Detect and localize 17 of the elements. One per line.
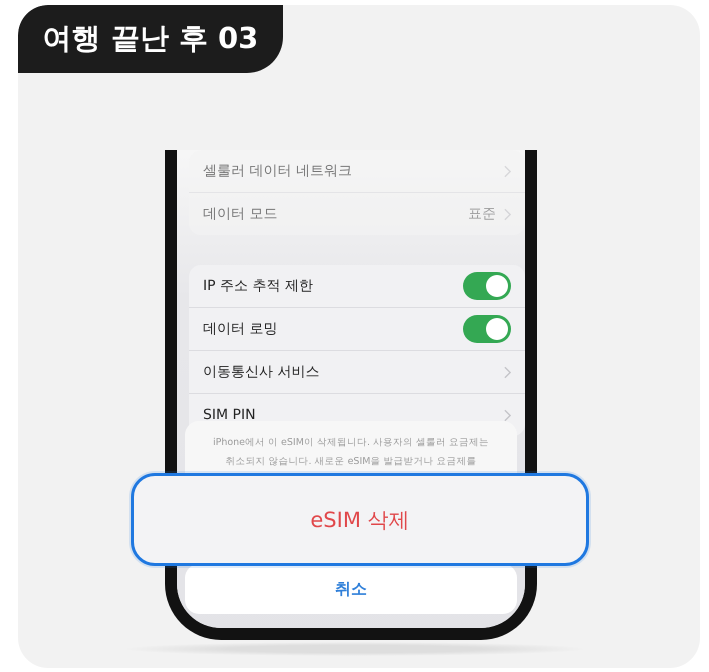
setting-label: IP 주소 추적 제한: [203, 277, 313, 295]
chevron-icon: [504, 408, 511, 422]
step-badge: 여행 끝난 후 03: [18, 5, 283, 73]
chevron-icon: [504, 164, 511, 178]
toggle-switch[interactable]: [463, 315, 511, 343]
setting-value: 표준: [468, 205, 496, 223]
setting-label: 데이터 로밍: [203, 320, 278, 338]
setting-label: 데이터 모드: [203, 205, 278, 223]
chevron-icon: [504, 366, 511, 378]
setting-label: 셀룰러 데이터 네트워크: [203, 162, 352, 180]
chevron-icon: [504, 208, 511, 220]
cancel-button[interactable]: 취소: [185, 564, 517, 614]
setting-label: 이동통신사 서비스: [203, 363, 320, 381]
toggle-switch[interactable]: [463, 272, 511, 300]
delete-esim-button[interactable]: eSIM 삭제: [131, 473, 589, 566]
alert-message: iPhone에서 이 eSIM이 삭제됩니다. 사용자의 셀룰러 요금제는 취소되지 않습니다. 새로운 eSIM을 발급받거나 요금제를: [212, 436, 490, 469]
setting-label: SIM PIN: [203, 407, 256, 423]
